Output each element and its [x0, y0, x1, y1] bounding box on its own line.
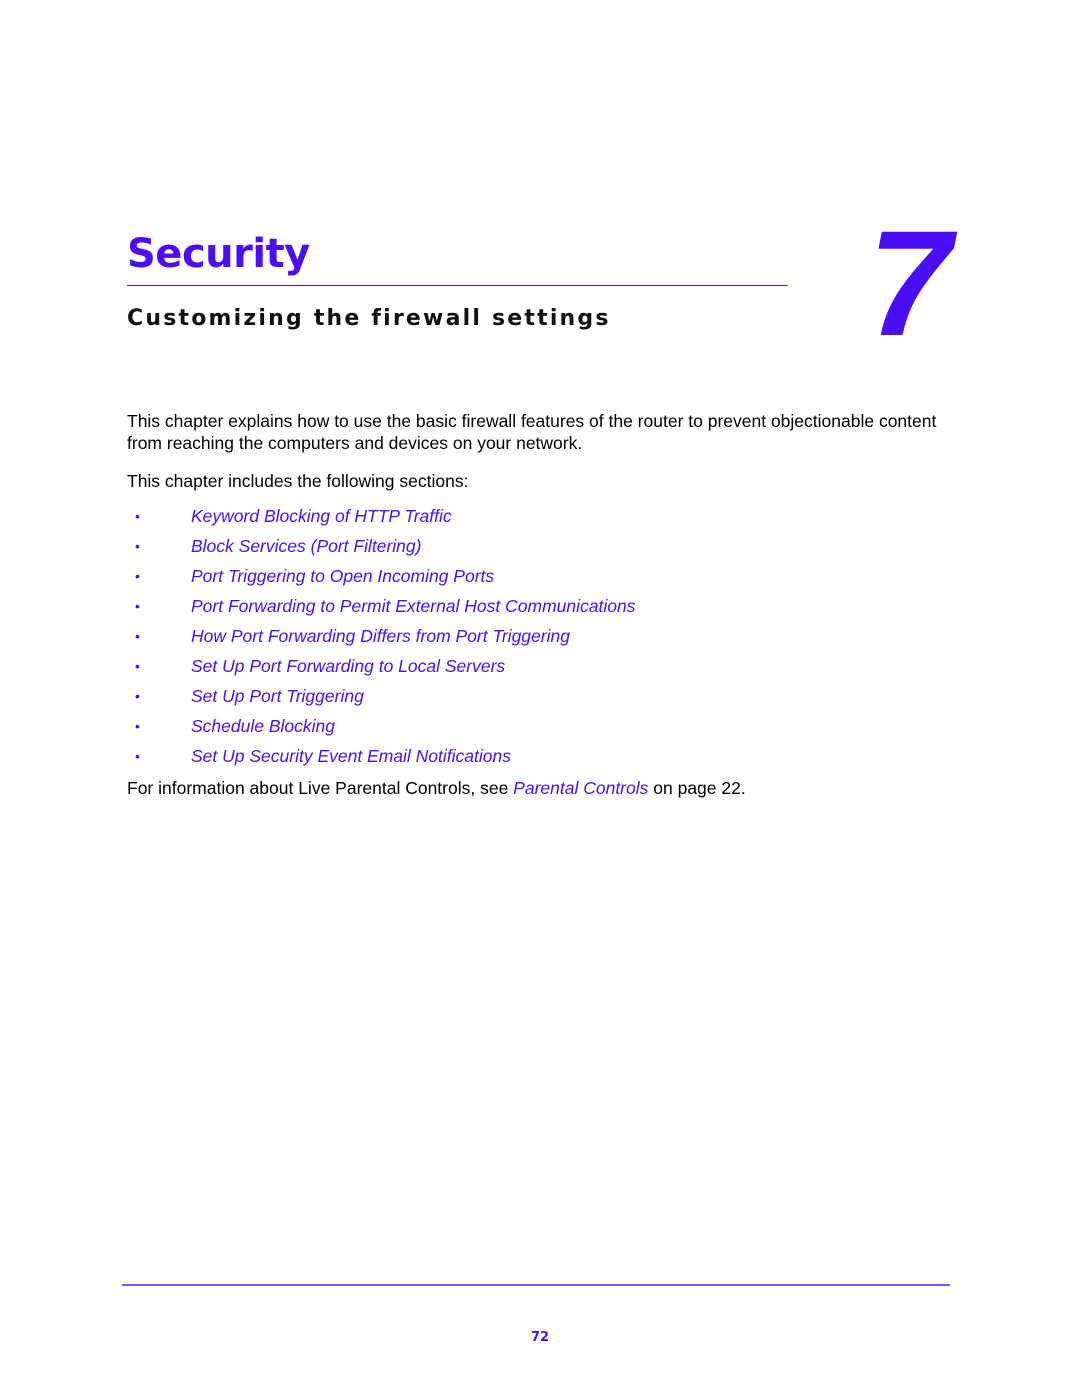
parental-prefix: For information about Live Parental Cont…: [127, 778, 514, 798]
bullet-icon: •: [135, 508, 140, 524]
bullet-icon: •: [135, 658, 140, 674]
list-item: • Set Up Port Triggering: [127, 681, 635, 711]
bullet-icon: •: [135, 718, 140, 734]
bullet-icon: •: [135, 568, 140, 584]
bullet-icon: •: [135, 628, 140, 644]
chapter-title: Security: [127, 231, 310, 277]
section-link-port-forwarding-permit[interactable]: Port Forwarding to Permit External Host …: [191, 594, 635, 618]
footer-divider: [122, 1284, 950, 1286]
parental-controls-link[interactable]: Parental Controls: [513, 778, 648, 798]
list-item: • Set Up Security Event Email Notificatio…: [127, 741, 635, 771]
section-link-forwarding-vs-triggering[interactable]: How Port Forwarding Differs from Port Tr…: [191, 624, 570, 648]
list-item: • Port Triggering to Open Incoming Ports: [127, 561, 635, 591]
list-item: • Schedule Blocking: [127, 711, 635, 741]
intro-paragraph: This chapter explains how to use the bas…: [127, 411, 937, 453]
bullet-icon: •: [135, 688, 140, 704]
parental-suffix: on page 22.: [648, 778, 746, 798]
bullet-icon: •: [135, 748, 140, 764]
list-item: • How Port Forwarding Differs from Port T…: [127, 621, 635, 651]
section-link-keyword-blocking[interactable]: Keyword Blocking of HTTP Traffic: [191, 504, 452, 528]
parental-controls-paragraph: For information about Live Parental Cont…: [127, 777, 957, 799]
page-number: 72: [530, 1330, 550, 1345]
chapter-number: 7: [868, 199, 952, 367]
list-item: • Keyword Blocking of HTTP Traffic: [127, 501, 635, 531]
section-link-schedule-blocking[interactable]: Schedule Blocking: [191, 714, 335, 738]
chapter-subtitle: Customizing the firewall settings: [127, 306, 611, 331]
section-link-setup-port-triggering[interactable]: Set Up Port Triggering: [191, 684, 364, 708]
section-link-setup-port-forwarding[interactable]: Set Up Port Forwarding to Local Servers: [191, 654, 505, 678]
bullet-icon: •: [135, 598, 140, 614]
list-item: • Block Services (Port Filtering): [127, 531, 635, 561]
list-item: • Port Forwarding to Permit External Host…: [127, 591, 635, 621]
section-link-block-services[interactable]: Block Services (Port Filtering): [191, 534, 421, 558]
bullet-icon: •: [135, 538, 140, 554]
sections-intro: This chapter includes the following sect…: [127, 471, 469, 491]
section-list: • Keyword Blocking of HTTP Traffic • Block…: [127, 501, 635, 771]
title-divider: [127, 285, 788, 286]
section-link-port-triggering-open[interactable]: Port Triggering to Open Incoming Ports: [191, 564, 494, 588]
list-item: • Set Up Port Forwarding to Local Servers: [127, 651, 635, 681]
section-link-email-notifications[interactable]: Set Up Security Event Email Notification…: [191, 744, 511, 768]
